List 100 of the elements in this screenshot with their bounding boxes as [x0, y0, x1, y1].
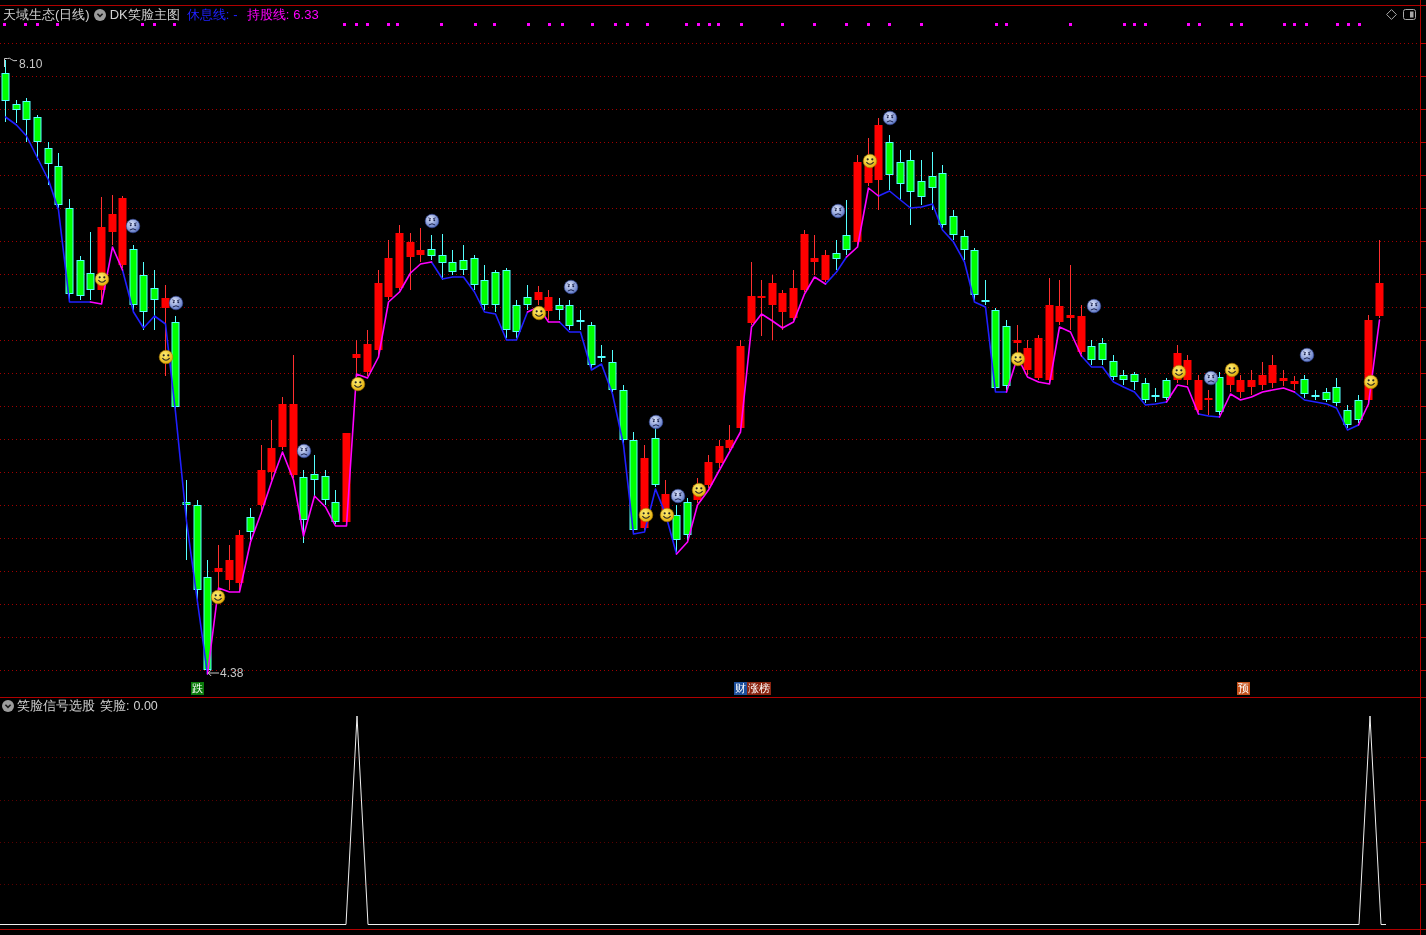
square-marker-icon: [153, 23, 156, 26]
smiley-face-icon: [862, 153, 878, 169]
falling-candle: [321, 469, 330, 506]
falling-candle: [1130, 371, 1139, 391]
falling-candle: [470, 254, 479, 291]
falling-candle: [331, 489, 340, 525]
panel-icon[interactable]: [1403, 9, 1416, 20]
smiley-face-icon: [158, 349, 174, 365]
square-marker-icon: [1240, 23, 1243, 26]
falling-candle: [480, 264, 489, 311]
falling-candle: [1098, 337, 1107, 366]
falling-candle: [683, 497, 692, 541]
square-marker-icon: [995, 23, 998, 26]
falling-candle: [949, 209, 958, 241]
rising-candle: [225, 544, 234, 591]
rising-candle: [821, 249, 830, 283]
smiley-face-icon: [1010, 351, 1026, 367]
rising-candle: [715, 439, 724, 469]
square-marker-icon: [141, 23, 144, 26]
square-marker-icon: [845, 23, 848, 26]
rising-candle: [384, 239, 393, 301]
sad-face-icon: [882, 110, 898, 126]
falling-candle: [555, 297, 564, 321]
chevron-down-icon[interactable]: [93, 8, 106, 21]
square-marker-icon: [24, 23, 27, 26]
square-marker-icon: [717, 23, 720, 26]
sad-face-icon: [424, 213, 440, 229]
falling-candle: [1311, 389, 1320, 401]
rising-candle: [1077, 304, 1086, 355]
square-marker-icon: [1230, 23, 1233, 26]
rising-candle: [1023, 339, 1032, 376]
square-marker-icon: [173, 23, 176, 26]
sad-face-icon: [1203, 370, 1219, 386]
rising-candle: [1183, 354, 1192, 386]
falling-candle: [1002, 319, 1011, 391]
square-marker-icon: [1069, 23, 1072, 26]
falling-candle: [917, 159, 926, 206]
rising-candle: [704, 454, 713, 489]
square-marker-icon: [697, 23, 700, 26]
square-marker-icon: [493, 23, 496, 26]
high-price-label: 8.10: [19, 57, 43, 71]
sad-face-icon: [670, 488, 686, 504]
leader-line: [3, 57, 18, 67]
square-marker-icon: [1133, 23, 1136, 26]
falling-candle: [427, 234, 436, 261]
falling-candle: [565, 299, 574, 331]
square-marker-icon: [1358, 23, 1361, 26]
sad-face-icon: [296, 443, 312, 459]
square-marker-icon: [867, 23, 870, 26]
smiley-face-icon: [1363, 374, 1379, 390]
falling-candle: [150, 269, 159, 331]
diamond-icon[interactable]: [1386, 9, 1397, 20]
line-value: -: [233, 7, 238, 22]
square-marker-icon: [740, 23, 743, 26]
square-marker-icon: [561, 23, 564, 26]
chevron-down-icon[interactable]: [2, 700, 14, 712]
readout-value: 0.00: [133, 698, 158, 714]
square-marker-icon: [781, 23, 784, 26]
square-marker-icon: [626, 23, 629, 26]
sad-face-icon: [1086, 298, 1102, 314]
rising-candle: [108, 194, 117, 246]
rising-candle: [1279, 369, 1288, 387]
square-marker-icon: [548, 23, 551, 26]
square-marker-icon: [1336, 23, 1339, 26]
smiley-face-icon: [531, 305, 547, 321]
square-marker-icon: [1305, 23, 1308, 26]
rising-candle: [1066, 264, 1075, 331]
falling-candle: [1087, 339, 1096, 366]
rising-candle: [1247, 369, 1256, 396]
smiley-face-icon: [638, 507, 654, 523]
line-value: 6.33: [293, 7, 319, 22]
falling-candle: [459, 244, 468, 276]
low-price-label: 4.38: [220, 666, 244, 680]
falling-candle: [491, 269, 500, 313]
rising-candle: [257, 444, 266, 511]
rising-candle: [757, 279, 766, 337]
falling-candle: [928, 151, 937, 211]
smiley-face-icon: [210, 589, 226, 605]
rising-candle: [363, 329, 372, 377]
rising-candle: [1290, 375, 1299, 391]
square-marker-icon: [614, 23, 617, 26]
event-tag: 财: [734, 682, 747, 695]
falling-candle: [246, 507, 255, 541]
readout-label: 笑脸:: [100, 698, 130, 714]
square-marker-icon: [36, 23, 39, 26]
square-marker-icon: [396, 23, 399, 26]
sad-face-icon: [125, 218, 141, 234]
square-marker-icon: [1123, 23, 1126, 26]
rising-candle: [1034, 334, 1043, 381]
event-tag: 预: [1237, 682, 1250, 695]
smiley-face-icon: [94, 271, 110, 287]
falling-candle: [885, 134, 894, 191]
line-label: 休息线:: [186, 7, 230, 22]
event-tag: 跌: [191, 682, 204, 695]
falling-candle: [129, 244, 138, 311]
square-marker-icon: [355, 23, 358, 26]
smiley-face-icon: [1224, 362, 1240, 378]
arrow-icon: [207, 669, 219, 677]
square-marker-icon: [366, 23, 369, 26]
square-marker-icon: [1187, 23, 1190, 26]
